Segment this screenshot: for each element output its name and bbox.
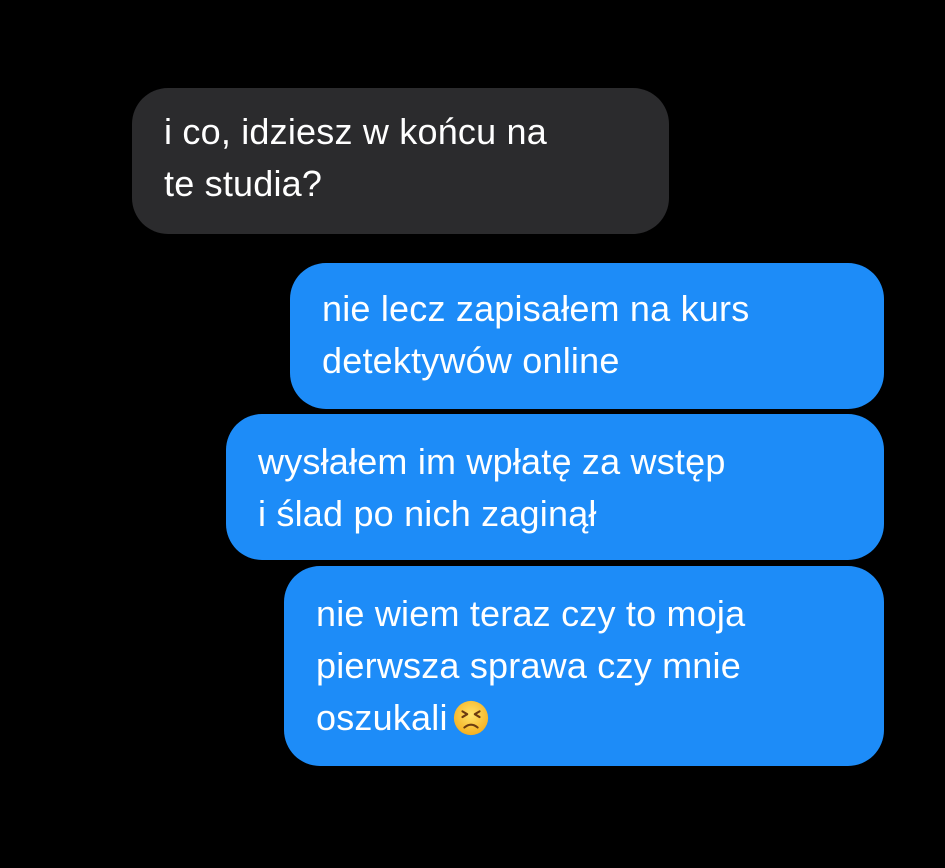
- chat-thread: i co, idziesz w końcu na te studia? nie …: [0, 0, 945, 868]
- persevering-face-emoji-icon: [453, 700, 488, 736]
- message-bubble-outgoing[interactable]: wysłałem im wpłatę za wstęp i ślad po ni…: [226, 414, 884, 560]
- message-text-line-with-emoji: oszukali: [316, 692, 854, 744]
- message-text-line: pierwsza sprawa czy mnie: [316, 645, 741, 686]
- message-text-line: nie wiem teraz czy to moja: [316, 593, 746, 634]
- message-text-line: detektywów online: [322, 340, 620, 381]
- message-bubble-outgoing[interactable]: nie wiem teraz czy to moja pierwsza spra…: [284, 566, 884, 766]
- message-text: oszukali: [316, 697, 448, 738]
- message-text-line: i co, idziesz w końcu na: [164, 111, 547, 152]
- message-text-line: i ślad po nich zaginął: [258, 493, 597, 534]
- message-text-line: wysłałem im wpłatę za wstęp: [258, 441, 726, 482]
- message-text-line: te studia?: [164, 163, 323, 204]
- message-bubble-outgoing[interactable]: nie lecz zapisałem na kurs detektywów on…: [290, 263, 884, 409]
- message-text-line: nie lecz zapisałem na kurs: [322, 288, 750, 329]
- message-bubble-incoming[interactable]: i co, idziesz w końcu na te studia?: [132, 88, 669, 234]
